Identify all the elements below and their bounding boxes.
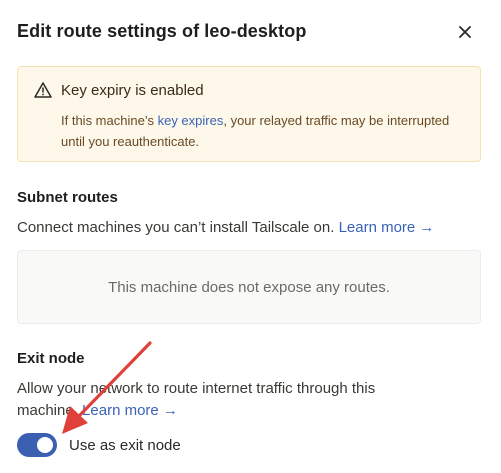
close-icon <box>459 26 471 38</box>
alert-body: If this machine’s key expires, your rela… <box>61 110 461 152</box>
exit-node-toggle-row: Use as exit node <box>17 433 181 457</box>
subnet-routes-description: Connect machines you can’t install Tails… <box>17 217 487 239</box>
key-expiry-alert: Key expiry is enabled If this machine’s … <box>17 66 481 162</box>
exit-node-learn-more-link[interactable]: Learn more → <box>82 402 178 419</box>
key-expires-link[interactable]: key expires <box>158 113 224 128</box>
warning-icon <box>34 82 52 98</box>
toggle-knob <box>37 437 53 453</box>
exit-node-title: Exit node <box>17 350 85 367</box>
alert-title: Key expiry is enabled <box>61 82 204 99</box>
close-button[interactable] <box>456 23 474 41</box>
exit-node-text: Allow your network to route internet tra… <box>17 380 376 419</box>
empty-routes-message: This machine does not expose any routes. <box>108 278 390 296</box>
exit-node-toggle[interactable] <box>17 433 57 457</box>
dialog-title: Edit route settings of leo-desktop <box>17 21 307 41</box>
subnet-routes-text: Connect machines you can’t install Tails… <box>17 219 339 236</box>
subnet-routes-learn-more-link[interactable]: Learn more → <box>339 219 435 236</box>
subnet-routes-title: Subnet routes <box>17 189 118 206</box>
exit-node-toggle-label: Use as exit node <box>69 436 181 454</box>
exit-node-description: Allow your network to route internet tra… <box>17 378 437 422</box>
edit-route-settings-dialog: Edit route settings of leo-desktop Key e… <box>0 0 501 473</box>
subnet-routes-empty-state: This machine does not expose any routes. <box>17 250 481 324</box>
alert-body-prefix: If this machine’s <box>61 113 158 128</box>
